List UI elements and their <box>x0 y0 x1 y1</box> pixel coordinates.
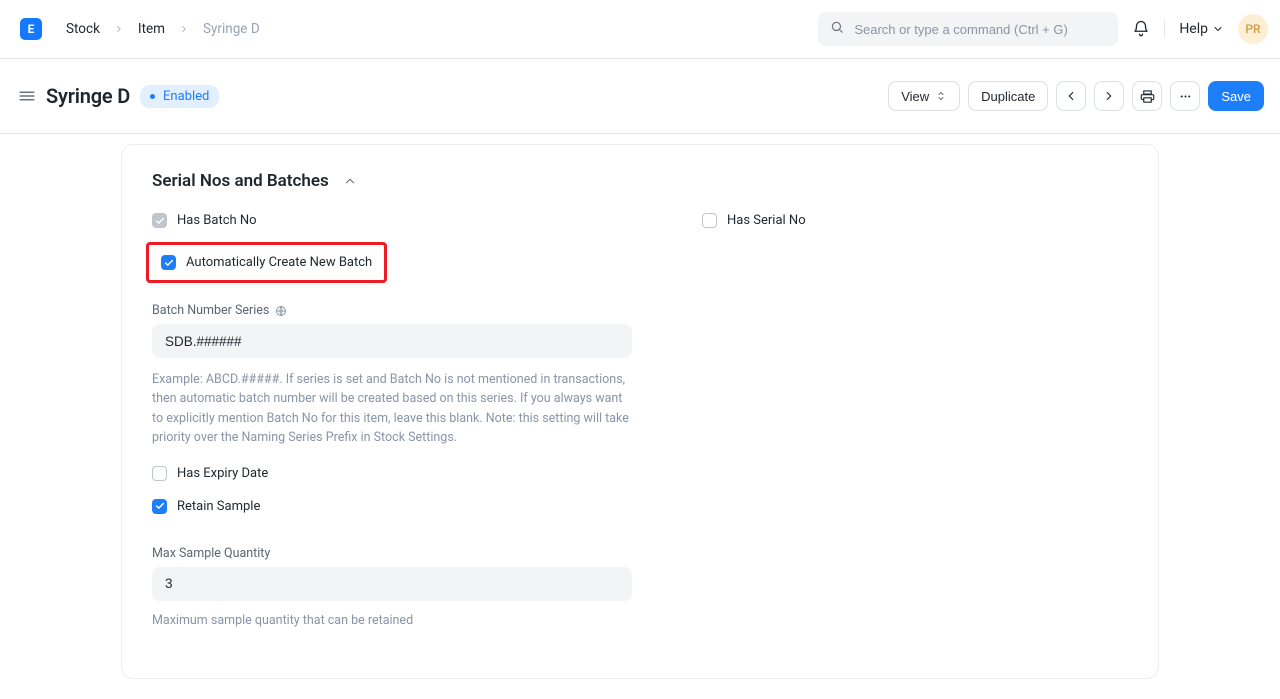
page-title: Syringe D <box>46 84 130 108</box>
form-columns: Has Batch No Automatically Create New Ba… <box>152 213 1128 648</box>
dots-icon <box>1178 89 1193 104</box>
max-sample-help: Maximum sample quantity that can be reta… <box>152 611 632 630</box>
column-right: Has Serial No <box>702 213 1102 648</box>
main-area: Serial Nos and Batches Has Batch No A <box>0 134 1280 699</box>
retain-sample-checkbox[interactable]: Retain Sample <box>152 499 632 514</box>
batch-series-help: Example: ABCD.#####. If series is set an… <box>152 370 632 448</box>
chevron-right-icon <box>114 24 124 34</box>
checkbox-label: Has Serial No <box>727 213 806 228</box>
chevron-right-icon <box>179 24 189 34</box>
checkbox-unchecked-icon <box>152 466 167 481</box>
breadcrumb-current: Syringe D <box>203 21 260 37</box>
highlighted-field: Automatically Create New Batch <box>146 242 387 283</box>
checkbox-label: Has Expiry Date <box>177 466 268 481</box>
status-text: Enabled <box>163 89 209 104</box>
chevron-down-icon <box>1212 23 1224 35</box>
select-arrows-icon <box>935 90 947 102</box>
section-header[interactable]: Serial Nos and Batches <box>152 171 1128 191</box>
search-input[interactable] <box>854 22 1106 37</box>
checkbox-label: Retain Sample <box>177 499 260 514</box>
app-logo[interactable]: E <box>20 18 42 40</box>
help-label: Help <box>1179 21 1208 37</box>
batch-series-input[interactable] <box>152 324 632 358</box>
max-sample-input[interactable] <box>152 567 632 601</box>
has-serial-no-checkbox[interactable]: Has Serial No <box>702 213 1102 228</box>
breadcrumb-item[interactable]: Item <box>138 21 165 37</box>
checkbox-label: Has Batch No <box>177 213 257 228</box>
print-icon <box>1140 89 1155 104</box>
page-header: Syringe D Enabled View Duplicate Save <box>0 59 1280 134</box>
save-button[interactable]: Save <box>1208 81 1264 111</box>
navbar-left: E Stock Item Syringe D <box>20 18 260 40</box>
max-sample-label: Max Sample Quantity <box>152 546 632 561</box>
breadcrumb-stock[interactable]: Stock <box>66 21 100 37</box>
prev-button[interactable] <box>1056 81 1086 111</box>
divider <box>1164 20 1165 38</box>
checkbox-label: Automatically Create New Batch <box>186 255 372 270</box>
search-icon <box>830 20 844 38</box>
checkbox-checked-icon <box>152 499 167 514</box>
checkbox-disabled-checked-icon <box>152 213 167 228</box>
print-button[interactable] <box>1132 81 1162 111</box>
auto-create-batch-checkbox[interactable]: Automatically Create New Batch <box>161 255 372 270</box>
more-button[interactable] <box>1170 81 1200 111</box>
checkbox-unchecked-icon <box>702 213 717 228</box>
notifications-button[interactable] <box>1132 20 1150 38</box>
next-button[interactable] <box>1094 81 1124 111</box>
chevron-right-icon <box>1102 89 1116 103</box>
checkbox-checked-icon <box>161 255 176 270</box>
navbar-right: Help PR <box>818 12 1268 46</box>
section-title: Serial Nos and Batches <box>152 171 329 191</box>
has-batch-no-checkbox[interactable]: Has Batch No <box>152 213 632 228</box>
form-card: Serial Nos and Batches Has Batch No A <box>121 144 1159 679</box>
status-dot-icon <box>150 94 155 99</box>
help-button[interactable]: Help <box>1179 21 1224 37</box>
navbar: E Stock Item Syringe D Help PR <box>0 0 1280 59</box>
chevron-up-icon <box>343 174 357 188</box>
view-button[interactable]: View <box>888 81 960 111</box>
status-badge: Enabled <box>140 85 219 108</box>
page-header-left: Syringe D Enabled <box>18 84 219 108</box>
global-search[interactable] <box>818 12 1118 46</box>
avatar[interactable]: PR <box>1238 14 1268 44</box>
sidebar-toggle-icon[interactable] <box>18 87 36 105</box>
batch-series-label: Batch Number Series <box>152 303 632 318</box>
page-header-right: View Duplicate Save <box>888 81 1264 111</box>
has-expiry-checkbox[interactable]: Has Expiry Date <box>152 466 632 481</box>
duplicate-button[interactable]: Duplicate <box>968 81 1048 111</box>
chevron-left-icon <box>1064 89 1078 103</box>
globe-icon <box>275 305 287 317</box>
column-left: Has Batch No Automatically Create New Ba… <box>152 213 632 648</box>
